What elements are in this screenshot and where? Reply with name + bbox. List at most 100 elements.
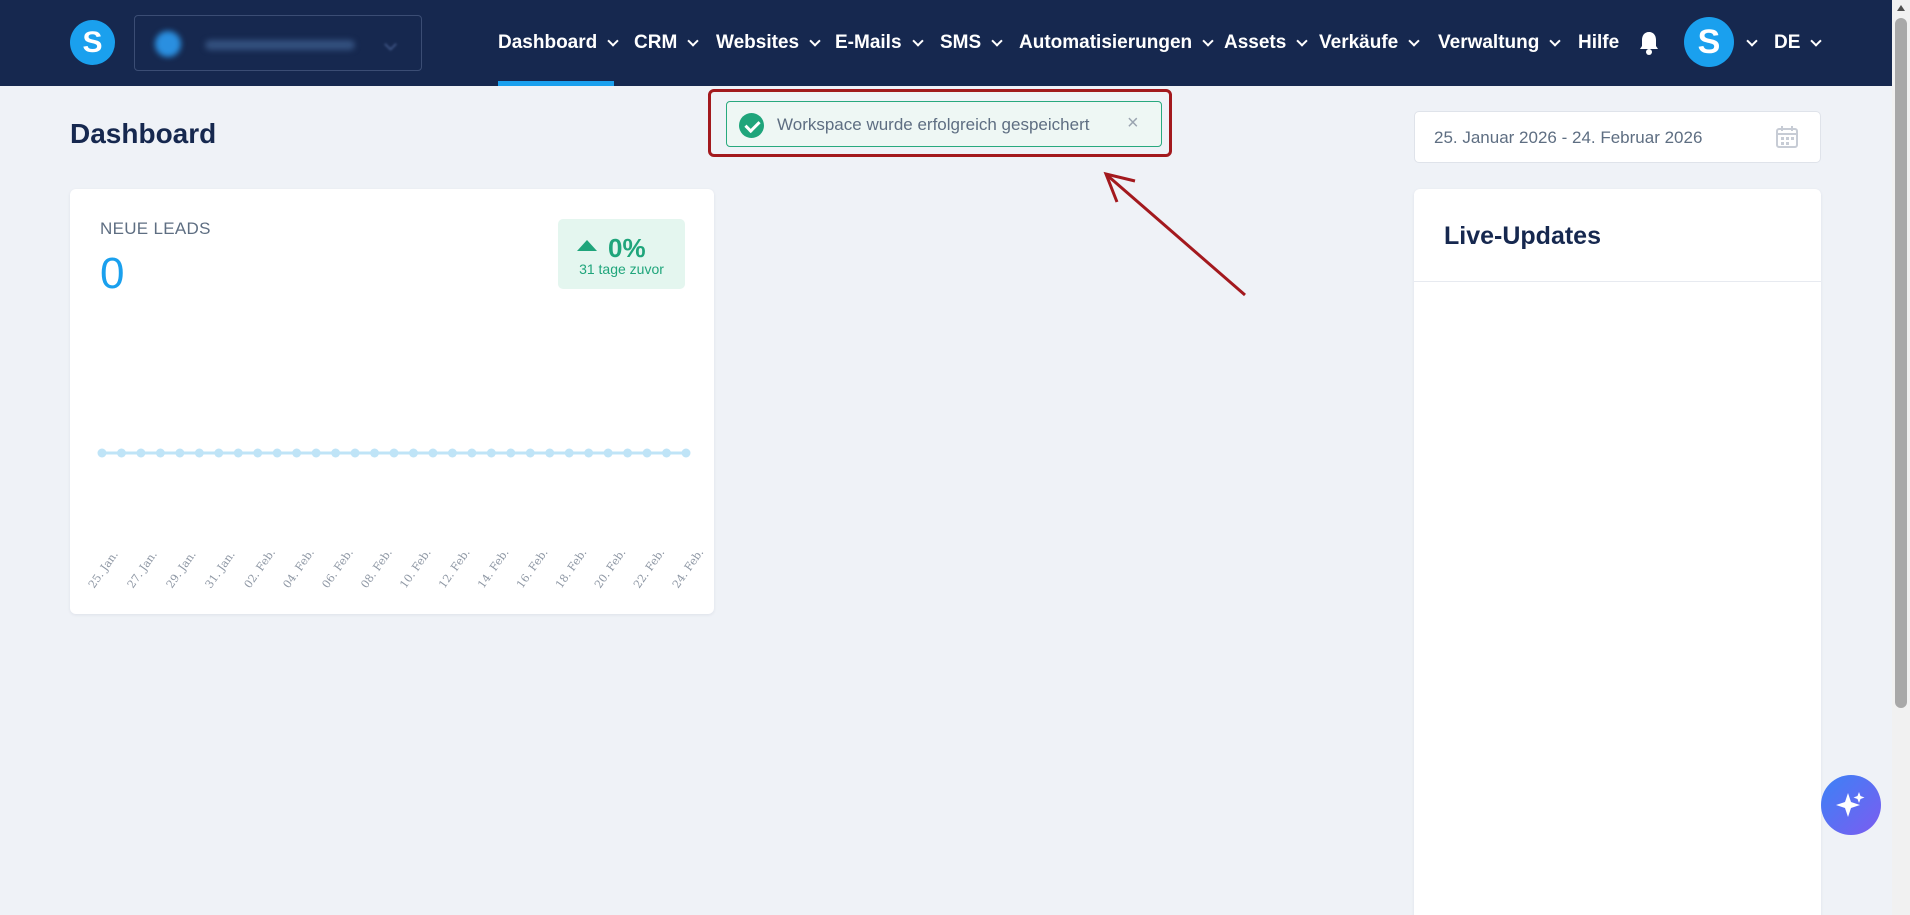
- data-point[interactable]: [642, 448, 652, 458]
- data-point[interactable]: [545, 448, 555, 458]
- workspace-selector[interactable]: [134, 15, 422, 71]
- x-tick-label: 29. Jan.: [164, 548, 199, 590]
- chevron-down-icon: [1202, 34, 1214, 47]
- x-tick-label: 12. Feb.: [436, 546, 473, 590]
- data-point[interactable]: [311, 448, 321, 458]
- data-point[interactable]: [350, 448, 360, 458]
- data-point[interactable]: [467, 448, 477, 458]
- chevron-down-icon: [1810, 34, 1823, 47]
- workspace-name-blurred: [205, 40, 355, 50]
- nav-label: Verkäufe: [1319, 32, 1399, 53]
- chevron-down-icon: [1746, 34, 1758, 47]
- scroll-up-icon[interactable]: [1897, 5, 1905, 11]
- chevron-down-icon: [809, 34, 821, 47]
- scroll-thumb[interactable]: [1895, 18, 1907, 708]
- chevron-down-icon: [607, 34, 619, 47]
- nav-label: Assets: [1224, 32, 1287, 53]
- data-point[interactable]: [584, 448, 594, 458]
- sparkle-icon: [1836, 792, 1865, 817]
- data-point[interactable]: [292, 448, 302, 458]
- live-updates-panel: Live-Updates: [1414, 189, 1821, 915]
- new-leads-card: NEUE LEADS 0 0% 31 tage zuvor 25. Jan. 27…: [70, 189, 714, 614]
- data-point[interactable]: [272, 448, 282, 458]
- data-point[interactable]: [564, 448, 574, 458]
- data-point[interactable]: [97, 448, 107, 458]
- user-avatar[interactable]: S: [1684, 17, 1734, 67]
- nav-verwaltung[interactable]: Verwaltung: [1438, 0, 1562, 86]
- data-point[interactable]: [116, 448, 126, 458]
- data-point[interactable]: [175, 448, 185, 458]
- chevron-down-icon: [1549, 34, 1562, 47]
- x-tick-label: 04. Feb.: [280, 546, 317, 590]
- nav-assets[interactable]: Assets: [1224, 0, 1308, 86]
- data-point[interactable]: [603, 448, 613, 458]
- bell-icon[interactable]: [1637, 30, 1661, 56]
- page-title: Dashboard: [70, 118, 217, 149]
- toast-message: Workspace wurde erfolgreich gespeichert: [777, 115, 1090, 134]
- leads-line-chart: 25. Jan. 27. Jan. 29. Jan. 31. Jan. 02. Feb.…: [86, 448, 707, 591]
- date-range-picker[interactable]: 25. Januar 2026 - 24. Februar 2026: [1414, 111, 1821, 163]
- nav-automatisierungen[interactable]: Automatisierungen: [1019, 0, 1214, 86]
- chevron-down-icon: [911, 34, 924, 47]
- nav-label: Hilfe: [1578, 32, 1620, 53]
- top-navbar: S Dashboard CRM Websites E-Mails SMS Aut…: [0, 0, 1892, 86]
- x-tick-label: 22. Feb.: [631, 546, 668, 590]
- nav-label: E-Mails: [835, 32, 902, 53]
- active-tab-indicator: [498, 81, 614, 86]
- data-point[interactable]: [486, 448, 496, 458]
- nav-sms[interactable]: SMS: [940, 0, 1003, 86]
- data-point[interactable]: [428, 448, 438, 458]
- nav-emails[interactable]: E-Mails: [835, 0, 924, 86]
- data-point[interactable]: [623, 448, 633, 458]
- chevron-down-icon: [1296, 34, 1308, 47]
- data-point[interactable]: [214, 448, 224, 458]
- data-point[interactable]: [408, 448, 418, 458]
- nav-label: Automatisierungen: [1019, 32, 1193, 53]
- data-point[interactable]: [253, 448, 263, 458]
- x-tick-label: 20. Feb.: [592, 546, 629, 590]
- data-point[interactable]: [681, 448, 691, 458]
- nav-websites[interactable]: Websites: [716, 0, 821, 86]
- data-point[interactable]: [155, 448, 165, 458]
- x-tick-label: 08. Feb.: [358, 546, 395, 590]
- data-point[interactable]: [370, 448, 380, 458]
- calendar-icon: [1776, 126, 1798, 148]
- divider: [1414, 281, 1821, 282]
- data-point[interactable]: [233, 448, 243, 458]
- x-tick-label: 27. Jan.: [125, 548, 160, 590]
- data-point[interactable]: [331, 448, 341, 458]
- nav-label: SMS: [940, 32, 982, 53]
- nav-label: Verwaltung: [1438, 32, 1540, 53]
- close-icon[interactable]: ×: [1127, 112, 1139, 135]
- x-tick-label: 24. Feb.: [670, 546, 707, 590]
- language-label: DE: [1774, 32, 1801, 53]
- nav-crm[interactable]: CRM: [634, 0, 699, 86]
- data-point[interactable]: [194, 448, 204, 458]
- user-menu-toggle[interactable]: [1743, 0, 1758, 86]
- data-point[interactable]: [447, 448, 457, 458]
- chevron-down-icon: [384, 38, 397, 51]
- x-tick-label: 25. Jan.: [86, 548, 121, 590]
- language-selector[interactable]: DE: [1774, 0, 1823, 86]
- chevron-down-icon: [687, 34, 699, 47]
- nav-dashboard[interactable]: Dashboard: [498, 0, 619, 86]
- x-tick-label: 16. Feb.: [514, 546, 551, 590]
- app-logo[interactable]: S: [70, 20, 115, 65]
- x-tick-label: 18. Feb.: [553, 546, 590, 590]
- nav-verkaeufe[interactable]: Verkäufe: [1319, 0, 1420, 86]
- data-point[interactable]: [506, 448, 516, 458]
- data-point[interactable]: [136, 448, 146, 458]
- x-tick-label: 06. Feb.: [319, 546, 356, 590]
- nav-label: Websites: [716, 32, 800, 53]
- live-updates-title: Live-Updates: [1444, 222, 1601, 250]
- data-point[interactable]: [662, 448, 672, 458]
- ai-assistant-button[interactable]: [1821, 775, 1881, 835]
- chevron-down-icon: [1408, 34, 1420, 47]
- check-circle-icon: [739, 113, 764, 138]
- x-tick-label: 14. Feb.: [475, 546, 512, 590]
- data-point[interactable]: [525, 448, 535, 458]
- page-scrollbar[interactable]: [1892, 0, 1910, 915]
- data-point[interactable]: [389, 448, 399, 458]
- nav-hilfe[interactable]: Hilfe: [1578, 0, 1619, 86]
- x-tick-label: 31. Jan.: [203, 548, 238, 590]
